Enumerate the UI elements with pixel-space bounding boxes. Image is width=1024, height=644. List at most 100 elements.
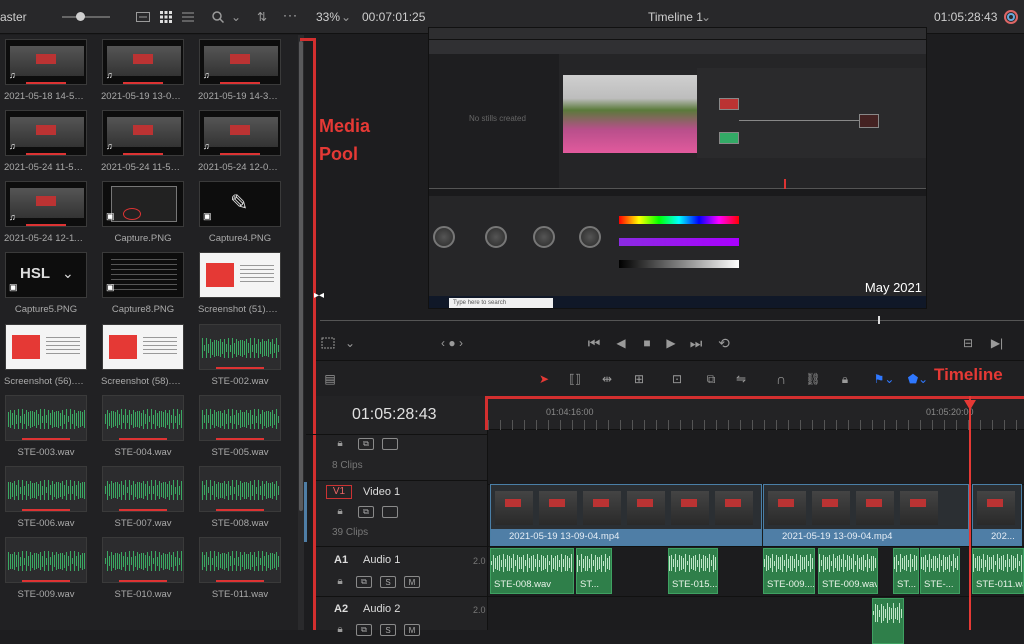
viewer-scrub-handle[interactable] bbox=[878, 316, 880, 324]
thumbnail-size-slider[interactable] bbox=[62, 12, 110, 21]
audio-clip[interactable]: STE-... bbox=[920, 548, 960, 594]
panel-collapse-icon[interactable]: ▸◂ bbox=[314, 290, 324, 301]
trim-tool-icon[interactable]: ⟦⟧ bbox=[564, 371, 586, 387]
marker-icon[interactable]: ⬟⌄ bbox=[906, 371, 930, 387]
v1-lock-icon[interactable]: 🔒︎ bbox=[334, 504, 346, 518]
audio-clip[interactable]: ST... bbox=[893, 548, 919, 594]
a1-mute-icon[interactable]: M bbox=[404, 576, 420, 588]
media-pool-item[interactable]: STE-011.wav bbox=[198, 537, 282, 600]
a2-lock-icon[interactable]: 🔒︎ bbox=[334, 622, 346, 636]
go-to-start-icon[interactable]: ⏮ bbox=[584, 335, 604, 351]
track-v1-badge[interactable]: V1 bbox=[326, 485, 352, 499]
media-pool-item[interactable]: ▣ Capture.PNG bbox=[101, 181, 185, 244]
track-a1-name[interactable]: Audio 1 bbox=[363, 554, 400, 566]
timeline-chevron-icon[interactable]: ⌄ bbox=[700, 9, 712, 25]
selection-tool-icon[interactable]: ➤ bbox=[536, 371, 552, 387]
step-next-icon[interactable]: ▶| bbox=[988, 335, 1006, 351]
media-pool-item[interactable]: STE-009.wav bbox=[4, 537, 88, 600]
video-clip[interactable]: 2021-05-19 13-09-04.mp4 bbox=[490, 484, 762, 546]
audio-clip[interactable]: STE-009.... bbox=[763, 548, 815, 594]
media-pool-item[interactable]: STE-005.wav bbox=[198, 395, 282, 458]
auto-select-icon[interactable]: ⧉ bbox=[358, 438, 374, 450]
color-wheel-icon[interactable] bbox=[1002, 8, 1020, 26]
viewer-scrub-bar[interactable] bbox=[320, 320, 1024, 321]
track-enable-icon[interactable] bbox=[382, 438, 398, 450]
snapping-icon[interactable]: ∩ bbox=[772, 371, 790, 387]
audio-clip[interactable]: STE-008.wav bbox=[490, 548, 574, 594]
a1-lock-icon[interactable]: 🔒︎ bbox=[334, 574, 346, 588]
media-pool-item[interactable]: STE-007.wav bbox=[101, 466, 185, 529]
media-pool-item[interactable]: ✎ ▣ Capture4.PNG bbox=[198, 181, 282, 244]
a1-solo-icon[interactable]: S bbox=[380, 576, 396, 588]
track-a2-name[interactable]: Audio 2 bbox=[363, 603, 400, 615]
media-pool-item[interactable]: STE-002.wav bbox=[198, 324, 282, 387]
track-a2-badge[interactable]: A2 bbox=[334, 603, 348, 615]
media-pool-item[interactable]: Screenshot (58).png bbox=[101, 324, 185, 387]
audio-clip[interactable]: STE-011.wav bbox=[972, 548, 1024, 594]
media-pool-item[interactable]: STE-006.wav bbox=[4, 466, 88, 529]
media-pool-item[interactable]: STE-010.wav bbox=[101, 537, 185, 600]
blade-tool-icon[interactable]: ⊞ bbox=[628, 371, 650, 387]
a2-mute-icon[interactable]: M bbox=[404, 624, 420, 636]
link-icon[interactable]: ⛓ bbox=[804, 371, 822, 387]
zoom-chevron-icon[interactable]: ⌄ bbox=[340, 9, 352, 25]
playhead[interactable] bbox=[964, 396, 976, 630]
video-clip[interactable]: 202... bbox=[972, 484, 1022, 546]
stop-icon[interactable]: ■ bbox=[638, 335, 656, 351]
thumbnail-view-icon[interactable] bbox=[157, 9, 175, 25]
timeline-view-options-icon[interactable]: ▤ bbox=[320, 371, 340, 387]
media-pool-item[interactable]: ♫ 2021-05-18 14-50-... bbox=[4, 39, 88, 102]
frame-chevron-icon[interactable]: ⌄ bbox=[344, 335, 356, 351]
v1-enable-icon[interactable] bbox=[382, 506, 398, 518]
viewer-frame-icon[interactable] bbox=[320, 335, 336, 351]
track-v1-name[interactable]: Video 1 bbox=[363, 486, 400, 498]
search-icon[interactable] bbox=[209, 9, 227, 25]
media-pool-item[interactable]: ♫ 2021-05-24 11-53-... bbox=[4, 110, 88, 173]
track-lock-icon[interactable]: 🔒︎ bbox=[334, 436, 346, 450]
media-pool-item[interactable]: HSL ⌄ ▣ Capture5.PNG bbox=[4, 252, 88, 315]
timeline-name[interactable]: Timeline 1 bbox=[648, 10, 703, 24]
dynamic-trim-icon[interactable]: ⇹ bbox=[596, 371, 618, 387]
media-pool-item[interactable]: ♫ 2021-05-19 14-31-... bbox=[198, 39, 282, 102]
sort-icon[interactable]: ⇅ bbox=[253, 9, 271, 25]
media-pool-item[interactable]: ♫ 2021-05-24 12-11-... bbox=[4, 181, 88, 244]
track-a1-badge[interactable]: A1 bbox=[334, 554, 348, 566]
video-clip[interactable]: 2021-05-19 13-09-04.mp4 bbox=[763, 484, 969, 546]
media-pool-item[interactable]: Screenshot (56).png bbox=[4, 324, 88, 387]
zoom-level[interactable]: 33% bbox=[316, 10, 340, 24]
metadata-view-icon[interactable] bbox=[134, 9, 152, 25]
clip-thumbnail bbox=[199, 324, 281, 370]
loop-icon[interactable]: ⟲ bbox=[714, 335, 734, 351]
a2-solo-icon[interactable]: S bbox=[380, 624, 396, 636]
more-options-icon[interactable]: ··· bbox=[283, 8, 298, 22]
media-pool-item[interactable]: ▣ Capture8.PNG bbox=[101, 252, 185, 315]
replace-clip-icon[interactable]: ⇋ bbox=[730, 371, 752, 387]
overwrite-clip-icon[interactable]: ⧉ bbox=[700, 371, 722, 387]
go-to-end-icon[interactable]: ⏭ bbox=[686, 335, 706, 351]
timeline-ruler[interactable]: 01:04:16:00 01:05:20:00 bbox=[485, 396, 1024, 430]
list-view-icon[interactable] bbox=[179, 9, 197, 25]
media-pool-item[interactable]: ♫ 2021-05-19 13-09-... bbox=[101, 39, 185, 102]
media-pool-item[interactable]: STE-008.wav bbox=[198, 466, 282, 529]
lock-icon[interactable]: 🔒︎ bbox=[836, 371, 854, 387]
media-pool-item[interactable]: STE-003.wav bbox=[4, 395, 88, 458]
media-pool-item[interactable]: STE-004.wav bbox=[101, 395, 185, 458]
jog-control-icon[interactable]: ‹ ● › bbox=[432, 335, 472, 351]
step-back-icon[interactable]: ◀ bbox=[612, 335, 630, 351]
a1-auto-select-icon[interactable]: ⧉ bbox=[356, 576, 372, 588]
media-pool-item[interactable]: ♫ 2021-05-24 11-55-... bbox=[101, 110, 185, 173]
insert-clip-icon[interactable]: ⊡ bbox=[666, 371, 688, 387]
audio-clip[interactable]: STE-015.... bbox=[668, 548, 718, 594]
play-icon[interactable]: ▶ bbox=[662, 335, 680, 351]
audio-clip[interactable]: STE-009.wav bbox=[818, 548, 878, 594]
flag-icon[interactable]: ⚑⌄ bbox=[872, 371, 896, 387]
audio-clip-a2[interactable] bbox=[872, 598, 904, 644]
media-pool-item[interactable]: Screenshot (51).png bbox=[198, 252, 282, 315]
chevron-down-icon[interactable]: ⌄ bbox=[229, 9, 243, 25]
media-pool-item[interactable]: ♫ 2021-05-24 12-06-... bbox=[198, 110, 282, 173]
audio-clip[interactable]: ST... bbox=[576, 548, 612, 594]
v1-auto-select-icon[interactable]: ⧉ bbox=[358, 506, 374, 518]
match-frame-icon[interactable]: ⊟ bbox=[958, 335, 978, 351]
a2-auto-select-icon[interactable]: ⧉ bbox=[356, 624, 372, 636]
timeline-tracks-area[interactable]: 01:04:16:00 01:05:20:00 2021-05-19 13-09… bbox=[485, 396, 1024, 644]
